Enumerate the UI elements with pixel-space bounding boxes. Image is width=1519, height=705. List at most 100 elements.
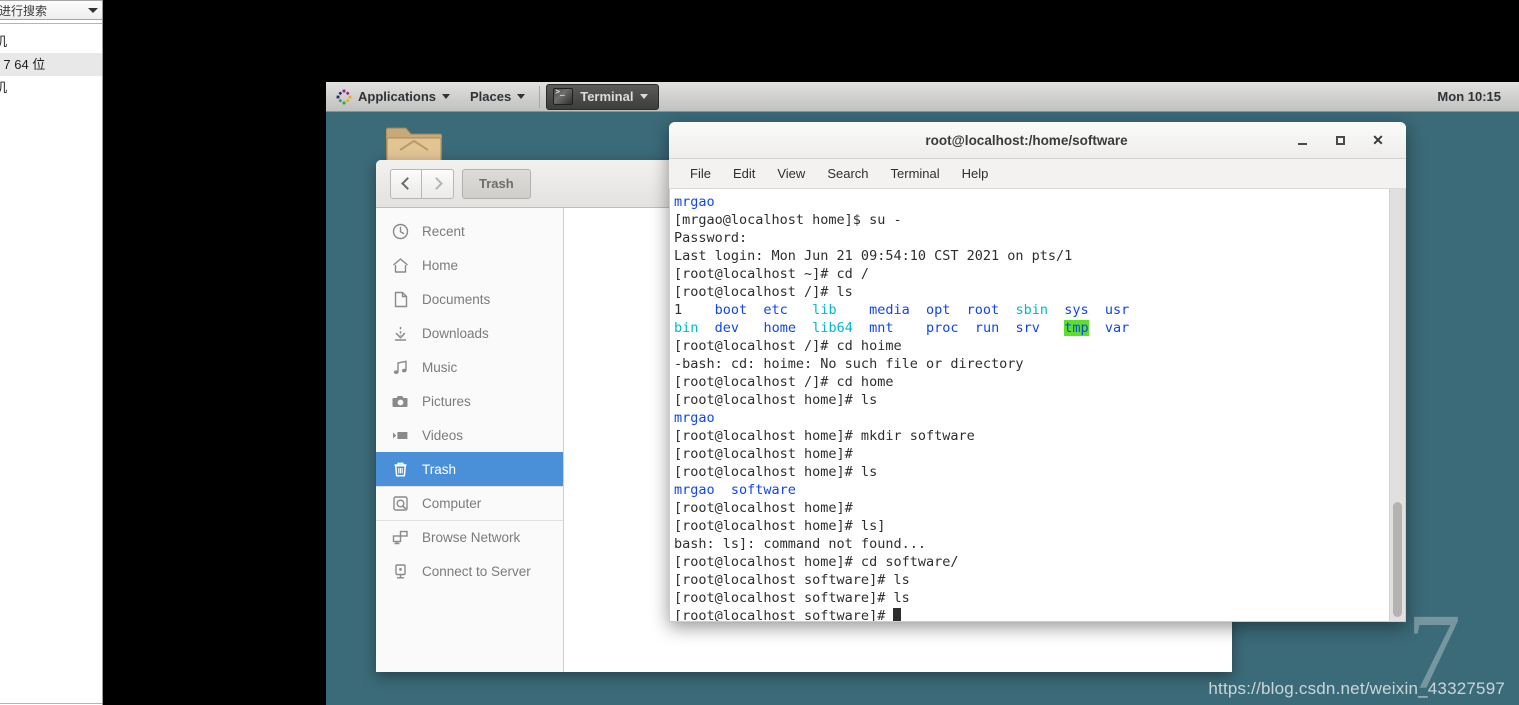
terminal-line: [root@localhost home]# mkdir software [674, 428, 975, 444]
sidebar-item-pictures[interactable]: Pictures [376, 384, 563, 418]
scrollbar-thumb[interactable] [1393, 502, 1402, 617]
menu-view[interactable]: View [768, 164, 814, 183]
terminal-line: [root@localhost software]# ls [674, 590, 910, 606]
terminal-line: [root@localhost ~]# cd / [674, 266, 870, 282]
video-icon [392, 427, 409, 444]
sidebar-item-recent[interactable]: Recent [376, 214, 563, 248]
sidebar-item-label: Downloads [422, 325, 489, 341]
vm-search-text: 入内容进行搜索 [0, 3, 48, 18]
sidebar-item-label: Connect to Server [422, 563, 531, 579]
taskbar-window-label: Terminal [580, 89, 634, 104]
terminal-icon [553, 87, 574, 105]
terminal-line: [root@localhost home]# [674, 500, 853, 516]
sidebar-item-label: Home [422, 257, 459, 273]
places-label: Places [470, 89, 512, 104]
server-icon [392, 563, 409, 580]
screen-letterbox-left [103, 0, 326, 705]
terminal-screen-wrapper: mrgao [mrgao@localhost home]$ su - Passwor… [669, 189, 1406, 622]
terminal-output[interactable]: mrgao [mrgao@localhost home]$ su - Passwor… [670, 189, 1389, 621]
music-icon [392, 359, 409, 376]
menu-terminal[interactable]: Terminal [882, 164, 949, 183]
sidebar-item-label: Recent [422, 223, 465, 239]
terminal-line: [root@localhost software]# [674, 607, 1389, 621]
places-menu[interactable]: Places [460, 82, 535, 112]
menu-file[interactable]: File [681, 164, 720, 183]
terminal-window: root@localhost:/home/software File Edit … [669, 122, 1406, 622]
terminal-line: [root@localhost /]# ls [674, 284, 853, 300]
terminal-line: [root@localhost home]# ls] [674, 518, 886, 534]
gnome-top-panel: Applications Places Terminal Mon 10:15 [326, 82, 1519, 112]
terminal-line: [root@localhost software]# ls [674, 572, 910, 588]
clock-icon [392, 223, 409, 240]
terminal-line: -bash: cd: hoime: No such file or direct… [674, 356, 1024, 372]
chevron-down-icon [442, 94, 451, 99]
sidebar-item-label: Computer [422, 496, 482, 511]
terminal-line: [root@localhost home]# cd software/ [674, 554, 959, 570]
terminal-line: [mrgao@localhost home]$ su - [674, 212, 902, 228]
menu-help[interactable]: Help [953, 164, 998, 183]
download-icon [392, 325, 409, 342]
applications-menu[interactable]: Applications [326, 82, 460, 112]
sidebar-item-documents[interactable]: Documents [376, 282, 563, 316]
sidebar-item-downloads[interactable]: Downloads [376, 316, 563, 350]
terminal-line: Last login: Mon Jun 21 09:54:10 CST 2021… [674, 248, 1073, 264]
terminal-line: [root@localhost /]# cd home [674, 374, 894, 390]
maximize-icon[interactable] [1332, 132, 1348, 148]
close-icon[interactable] [1370, 132, 1386, 148]
sidebar-item-videos[interactable]: Videos [376, 418, 563, 452]
sidebar-item-browse-network[interactable]: Browse Network [376, 520, 563, 554]
back-button[interactable] [390, 168, 422, 199]
chevron-left-icon [401, 177, 414, 190]
sidebar-item-computer[interactable]: Computer [376, 486, 563, 520]
virtualbox-manager-panel: 入内容进行搜索 拟机 OS 7 64 位 拟机 [0, 0, 103, 705]
terminal-scrollbar[interactable] [1389, 189, 1405, 621]
vm-list-item-selected[interactable]: OS 7 64 位 [0, 53, 102, 76]
taskbar-window-terminal[interactable]: Terminal [546, 83, 660, 110]
sidebar-item-label: Documents [422, 291, 491, 307]
minimize-icon[interactable] [1294, 132, 1310, 148]
home-icon [392, 257, 409, 274]
forward-button[interactable] [422, 168, 454, 199]
vm-list-item[interactable]: 拟机 [0, 30, 102, 53]
panel-separator [539, 85, 541, 108]
sidebar-item-label: Pictures [422, 393, 471, 409]
sidebar-item-label: Trash [422, 461, 457, 477]
centos-logo-icon [336, 89, 352, 104]
sidebar-item-home[interactable]: Home [376, 248, 563, 282]
navigation-buttons [390, 168, 454, 199]
vm-list[interactable]: 拟机 OS 7 64 位 拟机 [0, 23, 102, 704]
terminal-line: [root@localhost /]# cd hoime [674, 338, 902, 354]
sidebar-item-label: Music [422, 359, 458, 375]
network-icon [392, 529, 409, 546]
sidebar-item-label: Browse Network [422, 530, 521, 545]
breadcrumb-trash[interactable]: Trash [462, 168, 531, 199]
chevron-down-icon [517, 94, 526, 99]
terminal-line: [root@localhost home]# ls [674, 392, 878, 408]
sidebar-item-trash[interactable]: Trash [376, 452, 563, 486]
panel-clock[interactable]: Mon 10:15 [1437, 89, 1519, 104]
terminal-cursor [893, 608, 902, 621]
terminal-title: root@localhost:/home/software [925, 132, 1128, 148]
terminal-line: bash: ls]: command not found... [674, 536, 926, 552]
camera-icon [392, 393, 409, 410]
sidebar-item-music[interactable]: Music [376, 350, 563, 384]
terminal-line: bin dev home lib64 mnt proc run srv tmp … [674, 320, 1130, 336]
terminal-line: mrgao software [674, 482, 796, 498]
chevron-down-icon[interactable] [88, 7, 98, 13]
trash-icon [392, 461, 409, 478]
file-manager-sidebar: Recent Home Documents Downloads Music Pi… [376, 208, 564, 672]
terminal-line: mrgao [674, 410, 715, 426]
chevron-right-icon [429, 177, 443, 190]
terminal-line: 1 boot etc lib media opt root sbin sys u… [674, 302, 1130, 318]
vm-search-field[interactable]: 入内容进行搜索 [0, 0, 102, 20]
sidebar-item-connect-to-server[interactable]: Connect to Server [376, 554, 563, 588]
vm-list-item[interactable]: 拟机 [0, 76, 102, 99]
menu-search[interactable]: Search [818, 164, 877, 183]
watermark-url: https://blog.csdn.net/weixin_43327597 [1208, 679, 1505, 698]
menu-edit[interactable]: Edit [724, 164, 764, 183]
virtual-machine-screen: Trash Recent Home Documents Downloads Mu… [326, 82, 1519, 705]
sidebar-item-label: Videos [422, 427, 464, 443]
harddisk-icon [392, 495, 409, 512]
terminal-line: [root@localhost home]# ls [674, 464, 878, 480]
terminal-line: Password: [674, 230, 748, 246]
